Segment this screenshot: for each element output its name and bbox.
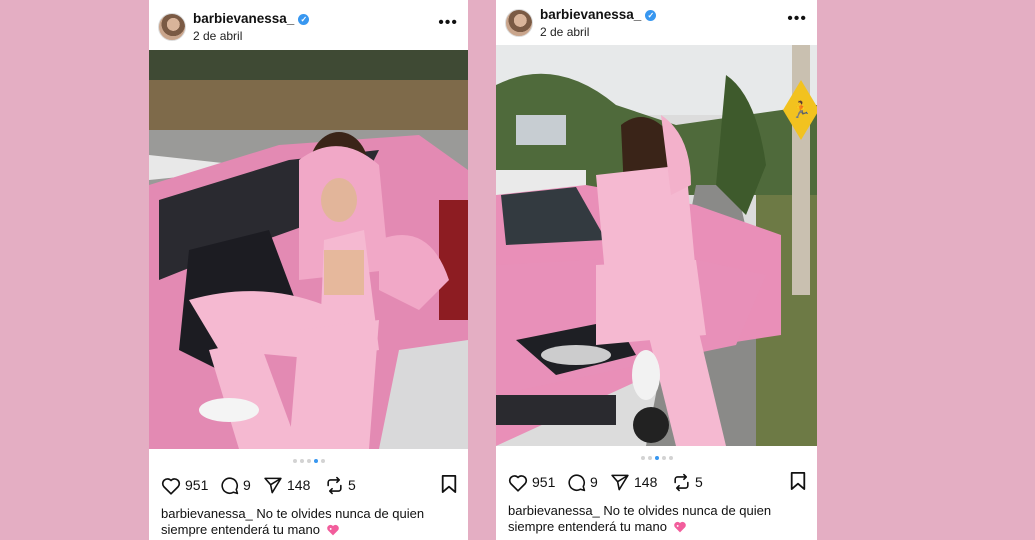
instagram-post-card-left: barbievanessa_ ✓ 2 de abril ••• 951 9 14… — [149, 0, 468, 540]
post-photo[interactable] — [149, 50, 468, 449]
like-count: 951 — [532, 474, 556, 490]
carousel-dot — [640, 456, 645, 460]
username-link[interactable]: barbievanessa_ ✓ — [193, 11, 310, 26]
sparkling-heart-emoji — [326, 524, 339, 536]
verified-badge-icon: ✓ — [298, 14, 310, 25]
avatar[interactable] — [505, 9, 533, 37]
save-button[interactable] — [440, 474, 458, 499]
carousel-dot — [292, 459, 297, 463]
carousel-indicator — [496, 456, 817, 460]
caption-username[interactable]: barbievanessa_ — [161, 506, 253, 521]
carousel-dot-active — [654, 456, 659, 460]
username-text[interactable]: barbievanessa_ — [193, 11, 294, 26]
verified-badge-icon: ✓ — [645, 10, 657, 21]
save-button[interactable] — [789, 471, 807, 496]
post-actions: 951 9 148 5 — [161, 474, 458, 496]
like-button[interactable]: 951 — [508, 471, 555, 493]
share-count: 148 — [634, 474, 658, 490]
comment-count: 9 — [243, 477, 251, 493]
post-date: 2 de abril — [540, 25, 590, 39]
post-header: barbievanessa_ ✓ 2 de abril ••• — [149, 0, 468, 50]
username-text[interactable]: barbievanessa_ — [540, 7, 641, 22]
heart-icon — [161, 477, 181, 495]
share-button[interactable]: 148 — [610, 471, 657, 493]
share-count: 148 — [287, 477, 311, 493]
repost-button[interactable]: 5 — [672, 471, 703, 493]
comment-icon — [568, 473, 586, 491]
svg-text:🏃: 🏃 — [791, 100, 811, 119]
caption-username[interactable]: barbievanessa_ — [508, 503, 600, 518]
avatar[interactable] — [158, 13, 186, 41]
carousel-dot — [647, 456, 652, 460]
comment-button[interactable]: 9 — [567, 471, 598, 493]
post-photo[interactable]: 🏃 — [496, 45, 817, 446]
post-header: barbievanessa_ ✓ 2 de abril ••• — [496, 0, 817, 50]
bookmark-icon — [790, 472, 806, 490]
photo-woman-on-pink-car: 🏃 — [496, 45, 817, 446]
photo-woman-in-convertible — [149, 50, 468, 449]
send-icon — [611, 474, 629, 490]
post-date: 2 de abril — [193, 29, 243, 43]
carousel-dot — [661, 456, 666, 460]
sparkling-heart-emoji — [673, 521, 686, 533]
carousel-indicator — [149, 459, 468, 463]
post-caption: barbievanessa_ No te olvides nunca de qu… — [508, 503, 809, 535]
repost-count: 5 — [348, 477, 356, 493]
comment-icon — [221, 476, 239, 494]
repost-icon — [674, 473, 689, 491]
send-icon — [264, 477, 282, 493]
like-button[interactable]: 951 — [161, 474, 208, 496]
share-button[interactable]: 148 — [263, 474, 310, 496]
carousel-dot — [306, 459, 311, 463]
carousel-dot — [320, 459, 325, 463]
repost-button[interactable]: 5 — [325, 474, 356, 496]
more-options-icon[interactable]: ••• — [438, 14, 458, 32]
carousel-dot — [668, 456, 673, 460]
post-actions: 951 9 148 5 — [508, 471, 807, 493]
like-count: 951 — [185, 477, 209, 493]
more-options-icon[interactable]: ••• — [787, 10, 807, 28]
comment-button[interactable]: 9 — [220, 474, 251, 496]
repost-icon — [327, 476, 342, 494]
heart-icon — [508, 474, 528, 492]
carousel-dot-active — [313, 459, 318, 463]
comment-count: 9 — [590, 474, 598, 490]
carousel-dot — [299, 459, 304, 463]
instagram-post-card-right: barbievanessa_ ✓ 2 de abril ••• 🏃 951 9 … — [496, 0, 817, 540]
username-link[interactable]: barbievanessa_ ✓ — [540, 7, 657, 22]
post-caption: barbievanessa_ No te olvides nunca de qu… — [161, 506, 460, 538]
repost-count: 5 — [695, 474, 703, 490]
bookmark-icon — [441, 475, 457, 493]
